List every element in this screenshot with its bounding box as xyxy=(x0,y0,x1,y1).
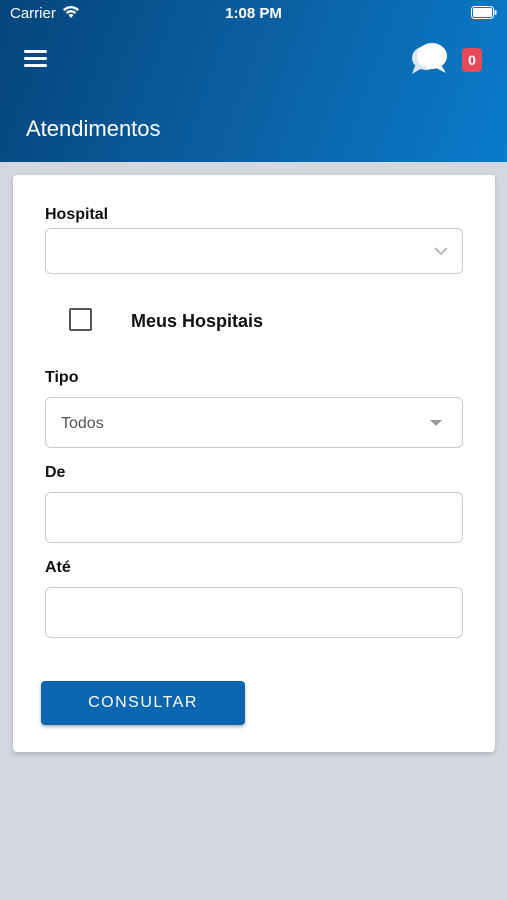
chevron-down-icon xyxy=(434,247,448,256)
de-label: De xyxy=(45,464,66,481)
caret-down-icon xyxy=(430,420,442,426)
filter-card: Hospital Meus Hospitais Tipo Todos De At… xyxy=(13,175,495,752)
tipo-label: Tipo xyxy=(45,369,79,386)
de-date-input[interactable] xyxy=(45,492,463,543)
clock: 1:08 PM xyxy=(225,5,282,22)
battery-icon xyxy=(471,6,497,19)
tipo-select-value: Todos xyxy=(61,415,104,432)
app-header: Carrier 1:08 PM 0 Atendimentos xyxy=(0,0,507,162)
status-bar: Carrier 1:08 PM xyxy=(0,0,507,28)
page-title: Atendimentos xyxy=(26,116,161,141)
ate-date-input[interactable] xyxy=(45,587,463,638)
my-hospitals-label: Meus Hospitais xyxy=(131,311,264,331)
hospital-select[interactable] xyxy=(45,228,463,274)
notification-badge: 0 xyxy=(462,48,482,72)
ate-label: Até xyxy=(45,559,71,576)
chat-icon[interactable] xyxy=(409,40,451,80)
menu-icon[interactable] xyxy=(24,50,48,70)
consultar-button[interactable]: CONSULTAR xyxy=(41,681,245,725)
tipo-select[interactable]: Todos xyxy=(45,397,463,448)
my-hospitals-checkbox[interactable] xyxy=(69,308,92,331)
hospital-label: Hospital xyxy=(45,206,109,223)
